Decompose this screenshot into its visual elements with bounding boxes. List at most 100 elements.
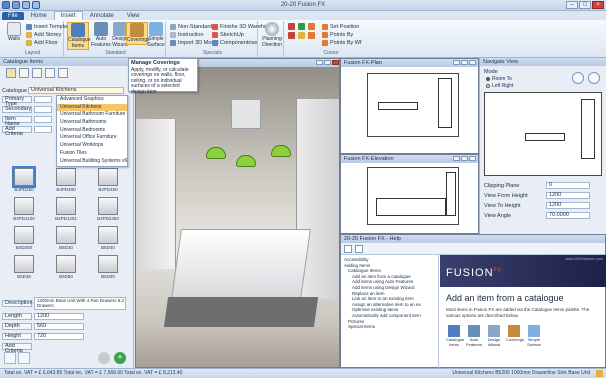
minimize-button[interactable]: [453, 60, 460, 65]
add-floor-button[interactable]: Add Floor: [26, 39, 72, 47]
clipping-plane-input[interactable]: 0: [546, 182, 590, 189]
elevation-window[interactable]: Fusion FX-Elevation: [340, 154, 479, 234]
view-angle-input[interactable]: 70.0000: [546, 212, 590, 219]
planning-direction-button[interactable]: Planning Direction: [261, 22, 283, 48]
panel-category-icon[interactable]: [32, 68, 42, 78]
home-icon[interactable]: [344, 245, 352, 253]
tab-home[interactable]: Home: [25, 12, 53, 20]
cursor-right-icon[interactable]: [308, 32, 315, 39]
catalogue-item[interactable]: B4PD1100: [4, 197, 44, 221]
tab-annotate[interactable]: Annotate: [84, 12, 120, 20]
tab-file[interactable]: File: [2, 12, 24, 20]
add-storey-button[interactable]: Add Storey: [26, 31, 72, 39]
kitchen-island-render: [171, 229, 311, 299]
minimize-button[interactable]: –: [566, 1, 578, 9]
minimize-button[interactable]: [316, 60, 323, 65]
radio-icon: [486, 84, 490, 88]
cursor-move-icon[interactable]: [308, 23, 315, 30]
pencil-icon[interactable]: [4, 352, 16, 364]
settings-icon[interactable]: [98, 352, 110, 364]
maximize-button[interactable]: □: [579, 1, 591, 9]
tab-insert[interactable]: Insert: [53, 11, 83, 20]
height-input[interactable]: 720: [34, 333, 84, 340]
dropdown-option[interactable]: Universal Bathroom Furniture: [57, 111, 127, 119]
door-category-icon[interactable]: [19, 68, 29, 78]
mode-option-left-right[interactable]: Left Right: [486, 83, 513, 89]
close-button[interactable]: [469, 156, 476, 161]
secondary-select[interactable]: [34, 106, 52, 113]
catalogue-item[interactable]: B4PD250: [4, 166, 44, 192]
dropdown-option[interactable]: Universal Kitchens: [57, 103, 127, 112]
catalogue-item[interactable]: B5D60: [88, 255, 128, 279]
help-window[interactable]: 20-20 Fusion FX - Help Accessibility Add…: [340, 234, 606, 369]
catalogue-item[interactable]: B4PD1201: [46, 197, 86, 221]
catalogue-select[interactable]: Universal Kitchens: [28, 87, 124, 94]
dropdown-option[interactable]: Fusion Tiles: [57, 150, 127, 158]
catalogue-item[interactable]: B4D250: [4, 226, 44, 250]
search-icon[interactable]: [355, 245, 363, 253]
add-criteria-bottom[interactable]: Add Criteria: [2, 343, 32, 354]
maximize-button[interactable]: [461, 156, 468, 161]
dropdown-option[interactable]: Universal Office Furniture: [57, 134, 127, 142]
mode-option-room[interactable]: Room To: [486, 76, 512, 82]
catalogue-item[interactable]: B5D50: [46, 255, 86, 279]
view-to-height-input[interactable]: 1200: [546, 202, 590, 209]
catalogue-item[interactable]: B4PD400: [46, 168, 86, 192]
simple-surface-button[interactable]: Simple Surface: [145, 22, 167, 48]
points-by-wf-button[interactable]: Points By Wf: [322, 39, 361, 47]
primary-type-select[interactable]: [34, 96, 52, 103]
tree-node[interactable]: Special Items: [344, 324, 435, 330]
add-criteria-input[interactable]: [34, 126, 52, 133]
appliance-category-icon[interactable]: [45, 68, 55, 78]
length-input[interactable]: 1200: [34, 313, 84, 320]
add-criteria-bottom-row: Add Criteria: [2, 343, 32, 354]
minimize-button[interactable]: [453, 156, 460, 161]
description-field[interactable]: 1200mm Base Unit With 4 Pan Drawers 8.2 …: [34, 297, 126, 310]
add-criteria-label[interactable]: Add Criteria: [2, 126, 32, 137]
item-name-input[interactable]: [34, 116, 52, 123]
radio-selected-icon: [486, 77, 490, 81]
catalogue-item[interactable]: B4PD450: [88, 168, 128, 192]
storey-icon: [26, 32, 32, 38]
catalogue-items-button[interactable]: Catalogue Items: [67, 22, 91, 50]
maximize-button[interactable]: [461, 60, 468, 65]
zoom-out-icon[interactable]: [588, 72, 600, 84]
dropdown-option[interactable]: Universal Building Systems v6: [57, 158, 127, 166]
cursor-up-icon[interactable]: [298, 32, 305, 39]
primary-type-label[interactable]: Primary Type: [2, 96, 32, 107]
dropdown-option[interactable]: Universal Bathrooms: [57, 119, 127, 127]
catalogue-item[interactable]: B5D45: [4, 255, 44, 279]
item-name-label[interactable]: Item Name: [2, 116, 32, 127]
catalogue-item[interactable]: B4PD2350: [88, 197, 128, 221]
cursor-arrow-icon[interactable]: [298, 23, 305, 30]
add-item-icon[interactable]: +: [114, 352, 126, 364]
cursor-x-icon[interactable]: [288, 23, 295, 30]
dropdown-option[interactable]: Advanced Graphics: [57, 96, 127, 104]
secondary-label[interactable]: Secondary: [2, 106, 32, 113]
worktop-category-icon[interactable]: [58, 68, 68, 78]
close-button[interactable]: [332, 60, 339, 65]
zoom-in-icon[interactable]: [572, 72, 584, 84]
cooker-hood-render: [231, 99, 261, 129]
plan-window[interactable]: Fusion FX-Plan: [340, 58, 479, 154]
3d-viewport[interactable]: 3D: [135, 58, 340, 368]
kitchen-category-icon[interactable]: [6, 68, 16, 78]
depth-input[interactable]: 560: [34, 323, 84, 330]
walls-button[interactable]: Walls: [3, 22, 25, 43]
maximize-button[interactable]: [324, 60, 331, 65]
close-button[interactable]: ×: [592, 1, 604, 9]
navigator-plan-preview[interactable]: [484, 92, 602, 176]
close-button[interactable]: [469, 60, 476, 65]
points-by-button[interactable]: Points By: [322, 31, 361, 39]
cursor-left-icon[interactable]: [288, 32, 295, 39]
catalogue-item[interactable]: B5D30: [46, 226, 86, 250]
eraser-icon[interactable]: [18, 352, 30, 364]
tab-view[interactable]: View: [121, 12, 146, 20]
dropdown-option[interactable]: Universal Bedrooms: [57, 127, 127, 135]
insert-template-button[interactable]: Insert Template: [26, 23, 72, 31]
catalogue-item[interactable]: B5D40: [88, 226, 128, 250]
warning-icon[interactable]: [596, 370, 603, 377]
dropdown-option[interactable]: Universal Worktops: [57, 142, 127, 150]
view-from-height-input[interactable]: 1200: [546, 192, 590, 199]
set-position-button[interactable]: Set Position: [322, 23, 361, 31]
